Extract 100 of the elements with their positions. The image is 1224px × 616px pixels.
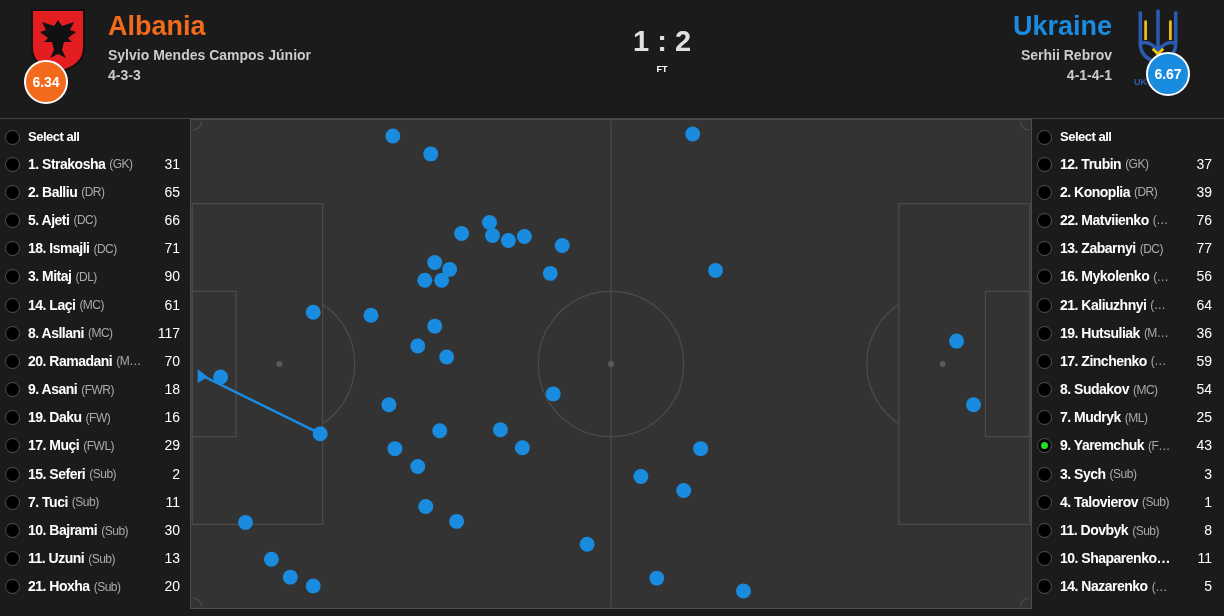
event-dot [514,440,530,456]
radio-button[interactable] [1037,325,1052,341]
player-name[interactable]: 9. Asani [28,379,78,401]
player-name[interactable]: 22. Matviienko [1060,209,1149,231]
event-count: 2 [172,464,180,484]
event-count: 37 [1196,154,1212,174]
radio-button[interactable] [1037,156,1052,172]
select-all-label[interactable]: Select all [1060,127,1112,147]
player-name[interactable]: 11. Dovbyk [1060,520,1129,542]
radio-button[interactable] [5,579,20,595]
radio-button[interactable] [5,523,20,539]
player-position: (DC) [93,240,117,258]
radio-button[interactable] [5,156,20,172]
radio-button[interactable] [5,382,20,398]
event-count: 54 [1196,380,1212,400]
player-position: (Sub) [89,466,117,484]
radio-button[interactable] [1037,241,1052,257]
radio-button[interactable] [5,241,20,257]
radio-button[interactable] [1037,353,1052,369]
player-name[interactable]: 20. Ramadani [28,350,113,372]
player-name[interactable]: 13. Zabarnyi [1060,238,1136,260]
radio-button[interactable] [1037,212,1052,228]
event-dot [949,333,965,349]
player-name[interactable]: 19. Hutsuliak [1060,322,1140,344]
player-position: (GK) [109,156,133,174]
radio-button[interactable] [5,297,20,313]
player-name[interactable]: 18. Ismajli [28,238,90,260]
player-name[interactable]: 1. Strakosha [28,153,106,175]
radio-button[interactable] [1037,184,1052,200]
player-position: (DR) [1133,184,1158,202]
player-name[interactable]: 9. Yaremchuk [1060,435,1145,457]
event-count: 76 [1196,210,1212,230]
formation: 4-1-4-1 [1066,66,1112,85]
event-dot [381,397,397,413]
player-name[interactable]: 15. Seferi [28,463,86,485]
player-name[interactable]: 7. Mudryk [1060,407,1121,429]
player-name[interactable]: 10. Bajrami [28,520,98,542]
radio-button[interactable] [1037,129,1052,145]
select-all-label[interactable]: Select all [28,127,80,147]
player-name[interactable]: 2. Balliu [28,181,78,203]
player-name[interactable]: 10. Shaparenko… [1060,548,1170,570]
event-dot [312,426,328,442]
radio-button[interactable] [5,184,20,200]
radio-button[interactable] [1037,523,1052,539]
event-dot [542,265,558,281]
event-dot [263,551,279,567]
player-name[interactable]: 2. Konoplia [1060,181,1130,203]
radio-button[interactable] [5,212,20,228]
event-dot [427,318,443,334]
player-name[interactable]: 19. Daku [28,407,82,429]
player-position: (Sub) [1109,466,1137,484]
radio-button[interactable] [5,551,20,567]
event-dot [516,229,532,244]
centre-spot [608,361,614,367]
player-position: (Sub) [93,578,121,596]
player-name[interactable]: 14. Nazarenko [1060,576,1148,598]
radio-button[interactable] [1037,410,1052,426]
event-dot [579,536,595,552]
radio-button[interactable] [5,410,20,426]
player-name[interactable]: 21. Hoxha [28,576,90,598]
player-name[interactable]: 12. Trubin [1060,153,1122,175]
radio-button[interactable] [1037,466,1052,482]
player-name[interactable]: 8. Asllani [28,322,84,344]
radio-button[interactable] [1037,297,1052,313]
radio-button[interactable] [5,438,20,454]
match-status: FT [656,63,668,76]
shield-logo [30,8,86,74]
radio-button[interactable] [1037,438,1052,454]
player-name[interactable]: 8. Sudakov [1060,379,1129,401]
player-name[interactable]: 3. Sych [1060,463,1106,485]
event-count: 65 [164,182,180,202]
radio-button[interactable] [5,325,20,341]
player-name[interactable]: 16. Mykolenko [1060,266,1150,288]
player-name[interactable]: 11. Uzuni [28,548,85,570]
player-name[interactable]: 3. Mitaj [28,266,72,288]
radio-button[interactable] [1037,494,1052,510]
event-count: 11 [1197,549,1212,569]
radio-button[interactable] [5,353,20,369]
radio-button[interactable] [1037,579,1052,595]
event-count: 16 [164,408,180,428]
player-name[interactable]: 17. Zinchenko [1060,350,1147,372]
player-name[interactable]: 17. Muçi [28,435,80,457]
penalty-spot [939,361,946,367]
event-dot [685,126,701,142]
player-name[interactable]: 21. Kaliuzhnyi [1060,294,1147,316]
radio-button[interactable] [1037,551,1052,567]
radio-button[interactable] [5,269,20,285]
player-name[interactable]: 5. Ajeti [28,209,70,231]
player-position: (GK) [1125,156,1149,174]
player-name[interactable]: 4. Talovierov [1060,491,1139,513]
player-name[interactable]: 14. Laçi [28,294,76,316]
player-position: (MC) [87,325,113,343]
radio-button[interactable] [1037,269,1052,285]
player-name[interactable]: 7. Tuci [28,491,68,513]
event-dot [493,422,508,438]
radio-button[interactable] [5,466,20,482]
radio-button[interactable] [5,129,20,145]
radio-button[interactable] [5,494,20,510]
event-dot [385,128,401,144]
radio-button[interactable] [1037,382,1052,398]
